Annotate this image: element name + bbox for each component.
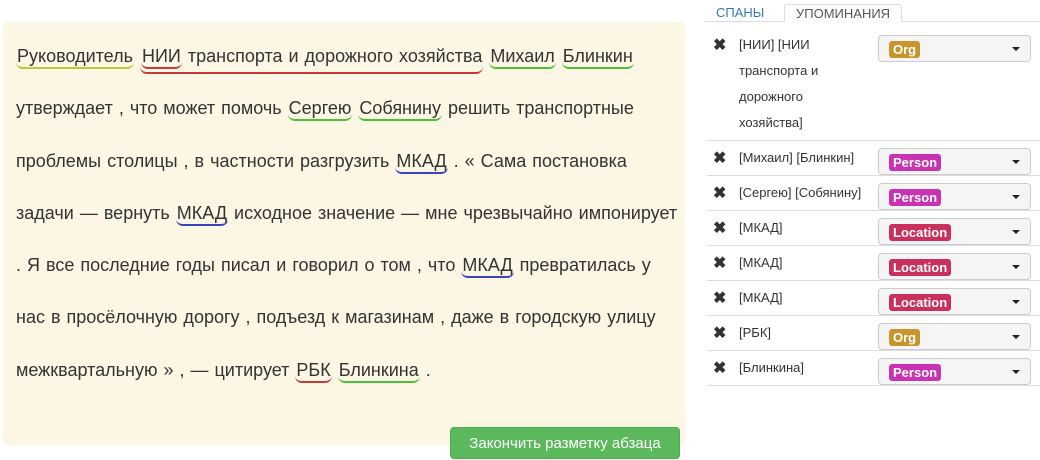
caret-down-icon (1012, 160, 1020, 164)
delete-icon[interactable]: ✖ (713, 321, 726, 347)
caret-down-icon (1012, 47, 1020, 51)
mention-text: [НИИ] [НИИ транспорта и дорожного хозяйс… (739, 37, 819, 130)
caret-down-icon (1012, 300, 1020, 304)
person-span[interactable]: Собянину (358, 98, 442, 122)
mention-text: [Михаил] [Блинкин] (739, 150, 855, 165)
mention-text: [МКАД] (739, 220, 783, 235)
mention-row: ✖ [Блинкина] Person (707, 351, 1040, 386)
mentions-list: ✖ [НИИ] [НИИ транспорта и дорожного хозяй… (707, 28, 1040, 386)
caret-down-icon (1012, 230, 1020, 234)
mention-text: [РБК] (739, 325, 771, 340)
type-badge: Person (889, 364, 942, 381)
type-dropdown[interactable]: Location (878, 288, 1031, 315)
caret-down-icon (1012, 265, 1020, 269)
type-badge: Location (889, 294, 952, 311)
location-span[interactable]: МКАД (461, 255, 514, 279)
mention-text: [МКАД] (739, 290, 783, 305)
type-badge: Person (889, 154, 942, 171)
type-badge: Location (889, 259, 952, 276)
type-dropdown[interactable]: Person (878, 148, 1031, 175)
tab-bar: СПАНЫ УПОМИНАНИЯ (705, 4, 1040, 22)
mention-row: ✖ [МКАД] Location (707, 211, 1040, 246)
type-dropdown[interactable]: Location (878, 253, 1031, 280)
paragraph-text[interactable]: Руководитель НИИ транспорта и дорожного … (16, 30, 678, 396)
caret-down-icon (1012, 370, 1020, 374)
org-span[interactable]: РБК (295, 359, 332, 383)
mention-row: ✖ [НИИ] [НИИ транспорта и дорожного хозяй… (707, 28, 1040, 141)
person-span[interactable]: Сергею (287, 98, 353, 122)
mention-row: ✖ [Сергею] [Собянину] Person (707, 176, 1040, 211)
mention-text: [Сергею] [Собянину] (739, 185, 862, 200)
tab-mentions[interactable]: УПОМИНАНИЯ (784, 4, 903, 22)
type-dropdown[interactable]: Person (878, 183, 1031, 210)
location-span[interactable]: МКАД (395, 150, 448, 174)
type-dropdown[interactable]: Person (878, 358, 1031, 385)
person-span[interactable]: Блинкин (561, 46, 634, 69)
type-badge: Org (889, 41, 921, 58)
tab-spans[interactable]: СПАНЫ (705, 4, 775, 21)
mention-row: ✖ [МКАД] Location (707, 246, 1040, 281)
type-dropdown[interactable]: Location (878, 218, 1031, 245)
mention-row: ✖ [РБК] Org (707, 316, 1040, 351)
org-span[interactable]: НИИ транспорта и дорожного хозяйства (139, 46, 484, 74)
mention-row: ✖ [Михаил] [Блинкин] Person (707, 141, 1040, 176)
person-span[interactable]: Блинкина (337, 359, 420, 383)
type-dropdown[interactable]: Org (878, 323, 1031, 350)
delete-icon[interactable]: ✖ (713, 33, 726, 59)
mention-text: [МКАД] (739, 255, 783, 270)
type-dropdown[interactable]: Org (878, 35, 1031, 62)
delete-icon[interactable]: ✖ (713, 251, 726, 277)
mention-text: [Блинкина] (739, 360, 804, 375)
delete-icon[interactable]: ✖ (713, 356, 726, 382)
caret-down-icon (1012, 195, 1020, 199)
org-span[interactable]: НИИ (140, 46, 182, 69)
type-badge: Location (889, 224, 952, 241)
delete-icon[interactable]: ✖ (713, 181, 726, 207)
delete-icon[interactable]: ✖ (713, 216, 726, 242)
finish-paragraph-button[interactable]: Закончить разметку абзаца (450, 427, 680, 459)
caret-down-icon (1012, 335, 1020, 339)
title-span[interactable]: Руководитель (16, 46, 134, 69)
mention-row: ✖ [МКАД] Location (707, 281, 1040, 316)
location-span[interactable]: МКАД (175, 202, 229, 226)
delete-icon[interactable]: ✖ (713, 286, 726, 312)
delete-icon[interactable]: ✖ (713, 146, 726, 172)
type-badge: Person (889, 189, 942, 206)
person-span[interactable]: Михаил (489, 46, 556, 69)
paragraph-panel: Руководитель НИИ транспорта и дорожного … (3, 22, 685, 459)
type-badge: Org (889, 329, 921, 346)
